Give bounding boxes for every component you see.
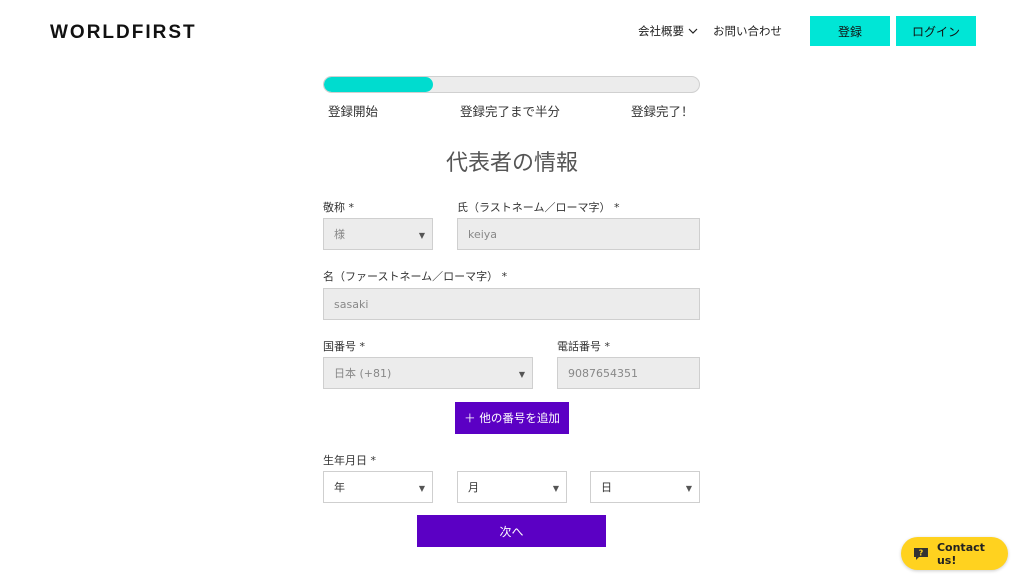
phone-label: 電話番号 * (557, 340, 610, 353)
nav-contact-link[interactable]: お問い合わせ (713, 23, 782, 39)
caret-down-icon: ▼ (552, 484, 559, 493)
chat-bubble-icon: ? (913, 547, 928, 560)
chevron-down-icon (688, 28, 698, 34)
caret-down-icon: ▼ (418, 484, 425, 493)
add-number-button[interactable]: ＋ 他の番号を追加 (455, 402, 569, 434)
caret-down-icon: ▼ (418, 231, 425, 240)
country-code-value: 日本 (+81) (334, 367, 392, 380)
contact-us-button[interactable]: ? Contact us! (901, 537, 1008, 570)
login-button[interactable]: ログイン (896, 16, 976, 46)
nav-about-label: 会社概要 (638, 24, 684, 38)
phone-value: 9087654351 (568, 366, 638, 380)
next-button[interactable]: 次へ (417, 515, 606, 547)
birth-day-value: 日 (601, 481, 612, 494)
register-button[interactable]: 登録 (810, 16, 890, 46)
phone-input[interactable]: 9087654351 (557, 357, 700, 389)
honorific-select[interactable]: 様 ▼ (323, 218, 433, 250)
birth-month-select[interactable]: 月 ▼ (457, 471, 567, 503)
progress-fill (324, 77, 433, 92)
registration-progress-bar (323, 76, 700, 93)
birth-day-select[interactable]: 日 ▼ (590, 471, 700, 503)
birth-year-value: 年 (334, 481, 345, 494)
contact-us-label: Contact us! (936, 540, 985, 567)
first-name-value: sasaki (334, 297, 369, 311)
top-nav: 会社概要 お問い合わせ 登録 ログイン (638, 16, 976, 46)
birth-month-value: 月 (468, 481, 479, 494)
honorific-value: 様 (334, 228, 345, 241)
country-code-label: 国番号 * (323, 340, 365, 353)
first-name-input[interactable]: sasaki (323, 288, 700, 320)
honorific-label: 敬称 * (323, 201, 354, 214)
first-name-label: 名（ファーストネーム／ローマ字） * (323, 270, 508, 283)
caret-down-icon: ▼ (518, 370, 525, 379)
birth-year-select[interactable]: 年 ▼ (323, 471, 433, 503)
country-code-select[interactable]: 日本 (+81) ▼ (323, 357, 533, 389)
progress-step-complete: 登録完了！ (631, 104, 694, 119)
last-name-label: 氏（ラストネーム／ローマ字） * (457, 201, 620, 214)
last-name-value: keiya (468, 227, 498, 241)
birthday-label: 生年月日 * (323, 454, 376, 467)
progress-step-half: 登録完了まで半分 (460, 104, 561, 119)
svg-text:?: ? (919, 548, 924, 557)
page-title: 代表者の情報 (445, 151, 578, 176)
nav-about-dropdown[interactable]: 会社概要 (638, 23, 698, 39)
caret-down-icon: ▼ (685, 484, 692, 493)
worldfirst-logo[interactable]: WORLDFIRST (50, 22, 197, 44)
last-name-input[interactable]: keiya (457, 218, 700, 250)
progress-step-start: 登録開始 (328, 104, 379, 119)
